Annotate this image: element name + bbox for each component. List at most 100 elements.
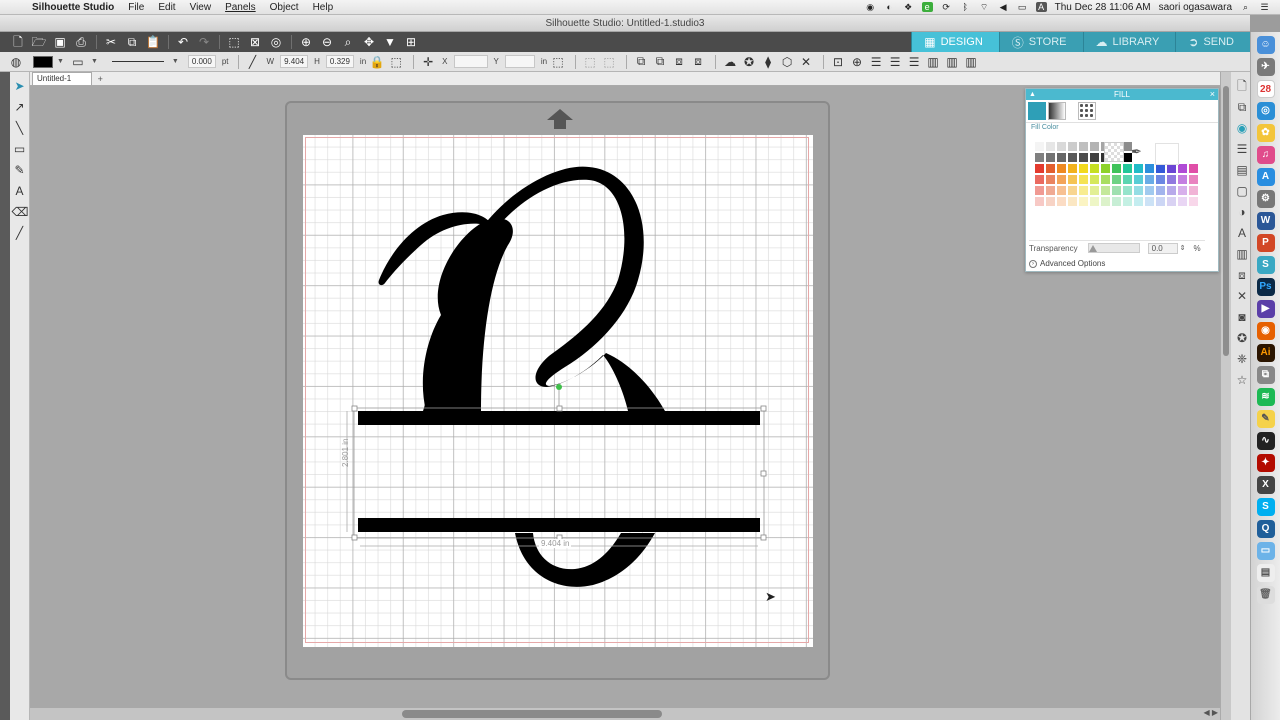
line-color-icon[interactable]: ▭ bbox=[70, 55, 86, 69]
photos-icon[interactable]: ✿ bbox=[1256, 124, 1275, 142]
text-panel-icon[interactable]: A bbox=[1234, 225, 1250, 241]
deselect-group-icon[interactable]: ⬚ bbox=[601, 55, 617, 69]
resize-icon[interactable]: ⬚ bbox=[388, 55, 404, 69]
color-swatch[interactable] bbox=[1090, 153, 1099, 162]
zoom-in-icon[interactable]: ⊕ bbox=[298, 34, 314, 50]
notes-icon[interactable]: ✎ bbox=[1256, 410, 1275, 428]
color-swatch[interactable] bbox=[1090, 186, 1099, 195]
system-prefs-icon[interactable]: ⚙ bbox=[1256, 190, 1275, 208]
record-icon[interactable]: ◉ bbox=[865, 2, 876, 12]
color-swatch[interactable] bbox=[1068, 142, 1077, 151]
eye-icon[interactable]: ◐ bbox=[884, 2, 895, 12]
fit-all-icon[interactable]: ⊞ bbox=[403, 34, 419, 50]
color-swatch[interactable] bbox=[1079, 153, 1088, 162]
color-swatch[interactable] bbox=[1057, 142, 1066, 151]
split-monogram-design[interactable] bbox=[303, 135, 813, 647]
word-icon[interactable]: W bbox=[1256, 212, 1275, 230]
acrobat-icon[interactable]: ✦ bbox=[1256, 454, 1275, 472]
knife-icon[interactable]: ⬡ bbox=[779, 55, 795, 69]
color-swatch[interactable] bbox=[1112, 175, 1121, 184]
select-all-icon[interactable]: ⬚ bbox=[226, 34, 242, 50]
skype-icon[interactable]: S bbox=[1256, 498, 1275, 516]
align-right-icon[interactable]: ☰ bbox=[906, 55, 922, 69]
activity-monitor-icon[interactable]: ∿ bbox=[1256, 432, 1275, 450]
pan-icon[interactable]: ✥ bbox=[361, 34, 377, 50]
send-panel-icon[interactable]: ⧉ bbox=[1234, 99, 1250, 115]
color-swatch[interactable] bbox=[1145, 186, 1154, 195]
color-swatch[interactable] bbox=[1057, 197, 1066, 206]
powerpoint-icon[interactable]: P bbox=[1256, 234, 1275, 252]
solid-fill-tab[interactable] bbox=[1028, 102, 1046, 120]
firefox-icon[interactable]: ◉ bbox=[1256, 322, 1275, 340]
color-swatch[interactable] bbox=[1167, 197, 1176, 206]
fill-panel-header[interactable]: ▲ FILL × bbox=[1026, 89, 1218, 100]
select-icon[interactable]: ⬚ bbox=[582, 55, 598, 69]
collapse-icon[interactable]: ▲ bbox=[1029, 89, 1036, 100]
lock-aspect-icon[interactable]: 🔒 bbox=[369, 55, 385, 69]
color-swatch[interactable] bbox=[1057, 175, 1066, 184]
select-by-color-icon[interactable]: ◎ bbox=[268, 34, 284, 50]
color-swatch[interactable] bbox=[1046, 153, 1055, 162]
app-store-icon[interactable]: A bbox=[1256, 168, 1275, 186]
modify-icon[interactable]: ✕ bbox=[1234, 288, 1250, 304]
color-swatch[interactable] bbox=[1035, 197, 1044, 206]
save-icon[interactable]: ▣ bbox=[52, 34, 68, 50]
align-bottom-icon[interactable]: ▥ bbox=[963, 55, 979, 69]
color-swatch[interactable] bbox=[1090, 197, 1099, 206]
color-swatch[interactable] bbox=[1112, 164, 1121, 173]
color-swatch[interactable] bbox=[1035, 164, 1044, 173]
color-swatch[interactable] bbox=[1134, 186, 1143, 195]
spotify-icon[interactable]: ≋ bbox=[1256, 388, 1275, 406]
chevron-down-icon[interactable]: ▼ bbox=[172, 58, 179, 65]
color-swatch[interactable] bbox=[1090, 175, 1099, 184]
align-middle-icon[interactable]: ▥ bbox=[944, 55, 960, 69]
release-compound-icon[interactable]: ⧈ bbox=[690, 54, 706, 69]
color-swatch[interactable] bbox=[1123, 175, 1132, 184]
finder-icon[interactable]: ☺ bbox=[1256, 36, 1275, 54]
menu-panels[interactable]: Panels bbox=[218, 2, 263, 13]
deselect-icon[interactable]: ⊠ bbox=[247, 34, 263, 50]
color-swatch[interactable] bbox=[1046, 175, 1055, 184]
align-center-page-icon[interactable]: ⊡ bbox=[830, 55, 846, 69]
color-swatch[interactable] bbox=[1123, 186, 1132, 195]
dropbox-icon[interactable]: ❖ bbox=[903, 2, 914, 12]
tab-library[interactable]: ☁ LIBRARY bbox=[1082, 32, 1176, 52]
point-edit-tool-icon[interactable]: ↗ bbox=[12, 99, 28, 115]
x-field[interactable] bbox=[453, 55, 488, 68]
color-swatch[interactable] bbox=[1178, 186, 1187, 195]
offset-panel-icon[interactable]: ◙ bbox=[1234, 309, 1250, 325]
pattern-fill-tab[interactable] bbox=[1078, 102, 1096, 120]
color-swatch[interactable] bbox=[1134, 175, 1143, 184]
color-swatch[interactable] bbox=[1178, 164, 1187, 173]
color-swatch[interactable] bbox=[1112, 197, 1121, 206]
gradient-fill-tab[interactable] bbox=[1048, 102, 1066, 120]
color-swatch[interactable] bbox=[1156, 197, 1165, 206]
color-swatch[interactable] bbox=[1134, 197, 1143, 206]
tab-store[interactable]: Ⓢ STORE bbox=[998, 32, 1083, 52]
bluetooth-icon[interactable]: ᛒ bbox=[960, 2, 971, 12]
offset-icon[interactable]: ✪ bbox=[741, 55, 757, 69]
line-tool-icon[interactable]: ╲ bbox=[12, 120, 28, 136]
color-swatch[interactable] bbox=[1101, 164, 1110, 173]
zoom-select-icon[interactable]: ⌕ bbox=[340, 34, 356, 50]
chevron-down-icon[interactable]: ▼ bbox=[91, 58, 98, 65]
trace-icon[interactable]: ⧫ bbox=[760, 55, 776, 69]
line-color-panel-icon[interactable]: ▤ bbox=[1234, 162, 1250, 178]
trace-panel-icon[interactable]: ✪ bbox=[1234, 330, 1250, 346]
paste-icon[interactable]: 📋 bbox=[145, 34, 161, 50]
align-panel-icon[interactable]: ▥ bbox=[1234, 246, 1250, 262]
copy-icon[interactable]: ⧉ bbox=[124, 34, 140, 50]
color-swatch[interactable] bbox=[1046, 142, 1055, 151]
user-name[interactable]: saori ogasawara bbox=[1159, 2, 1232, 13]
tab-send[interactable]: ➲ SEND bbox=[1175, 32, 1250, 52]
cut-icon[interactable]: ✂ bbox=[103, 34, 119, 50]
color-swatch[interactable] bbox=[1145, 197, 1154, 206]
color-swatch[interactable] bbox=[1068, 186, 1077, 195]
input-source-icon[interactable]: A bbox=[1035, 2, 1047, 12]
color-swatch[interactable] bbox=[1156, 186, 1165, 195]
color-swatch[interactable] bbox=[1145, 164, 1154, 173]
quicktime-icon[interactable]: Q bbox=[1256, 520, 1275, 538]
color-swatch[interactable] bbox=[1068, 153, 1077, 162]
ungroup-icon[interactable]: ⧉ bbox=[652, 54, 668, 69]
color-swatch[interactable] bbox=[1178, 197, 1187, 206]
